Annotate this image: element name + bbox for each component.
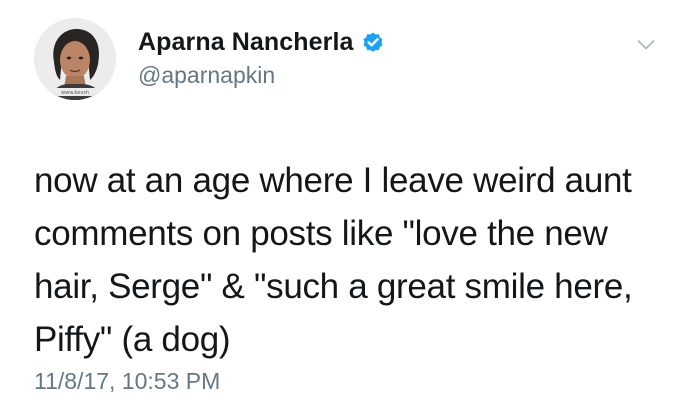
avatar-photo: www.kevsh: [34, 18, 116, 100]
user-handle[interactable]: @aparnapkin: [138, 62, 385, 89]
name-row: Aparna Nancherla: [138, 26, 385, 58]
svg-text:www.kevsh: www.kevsh: [61, 90, 89, 96]
tweet-timestamp[interactable]: 11/8/17, 10:53 PM: [34, 368, 220, 395]
tweet-card: www.kevsh Aparna Nancherla @aparnapkin n…: [0, 0, 680, 419]
tweet-text: now at an age where I leave weird aunt c…: [34, 154, 664, 366]
tweet-text-line: Piffy" (a dog): [34, 320, 231, 359]
display-name[interactable]: Aparna Nancherla: [138, 28, 354, 57]
chevron-down-icon[interactable]: [637, 38, 655, 50]
user-info: Aparna Nancherla @aparnapkin: [138, 26, 385, 89]
avatar[interactable]: www.kevsh: [34, 18, 116, 100]
tweet-text-line: now at an age where I leave weird aunt: [34, 161, 632, 200]
verified-badge-icon: [361, 30, 385, 54]
tweet-text-line: hair, Serge" & "such a great smile here,: [34, 267, 633, 306]
tweet-text-line: comments on posts like "love the new: [34, 214, 608, 253]
